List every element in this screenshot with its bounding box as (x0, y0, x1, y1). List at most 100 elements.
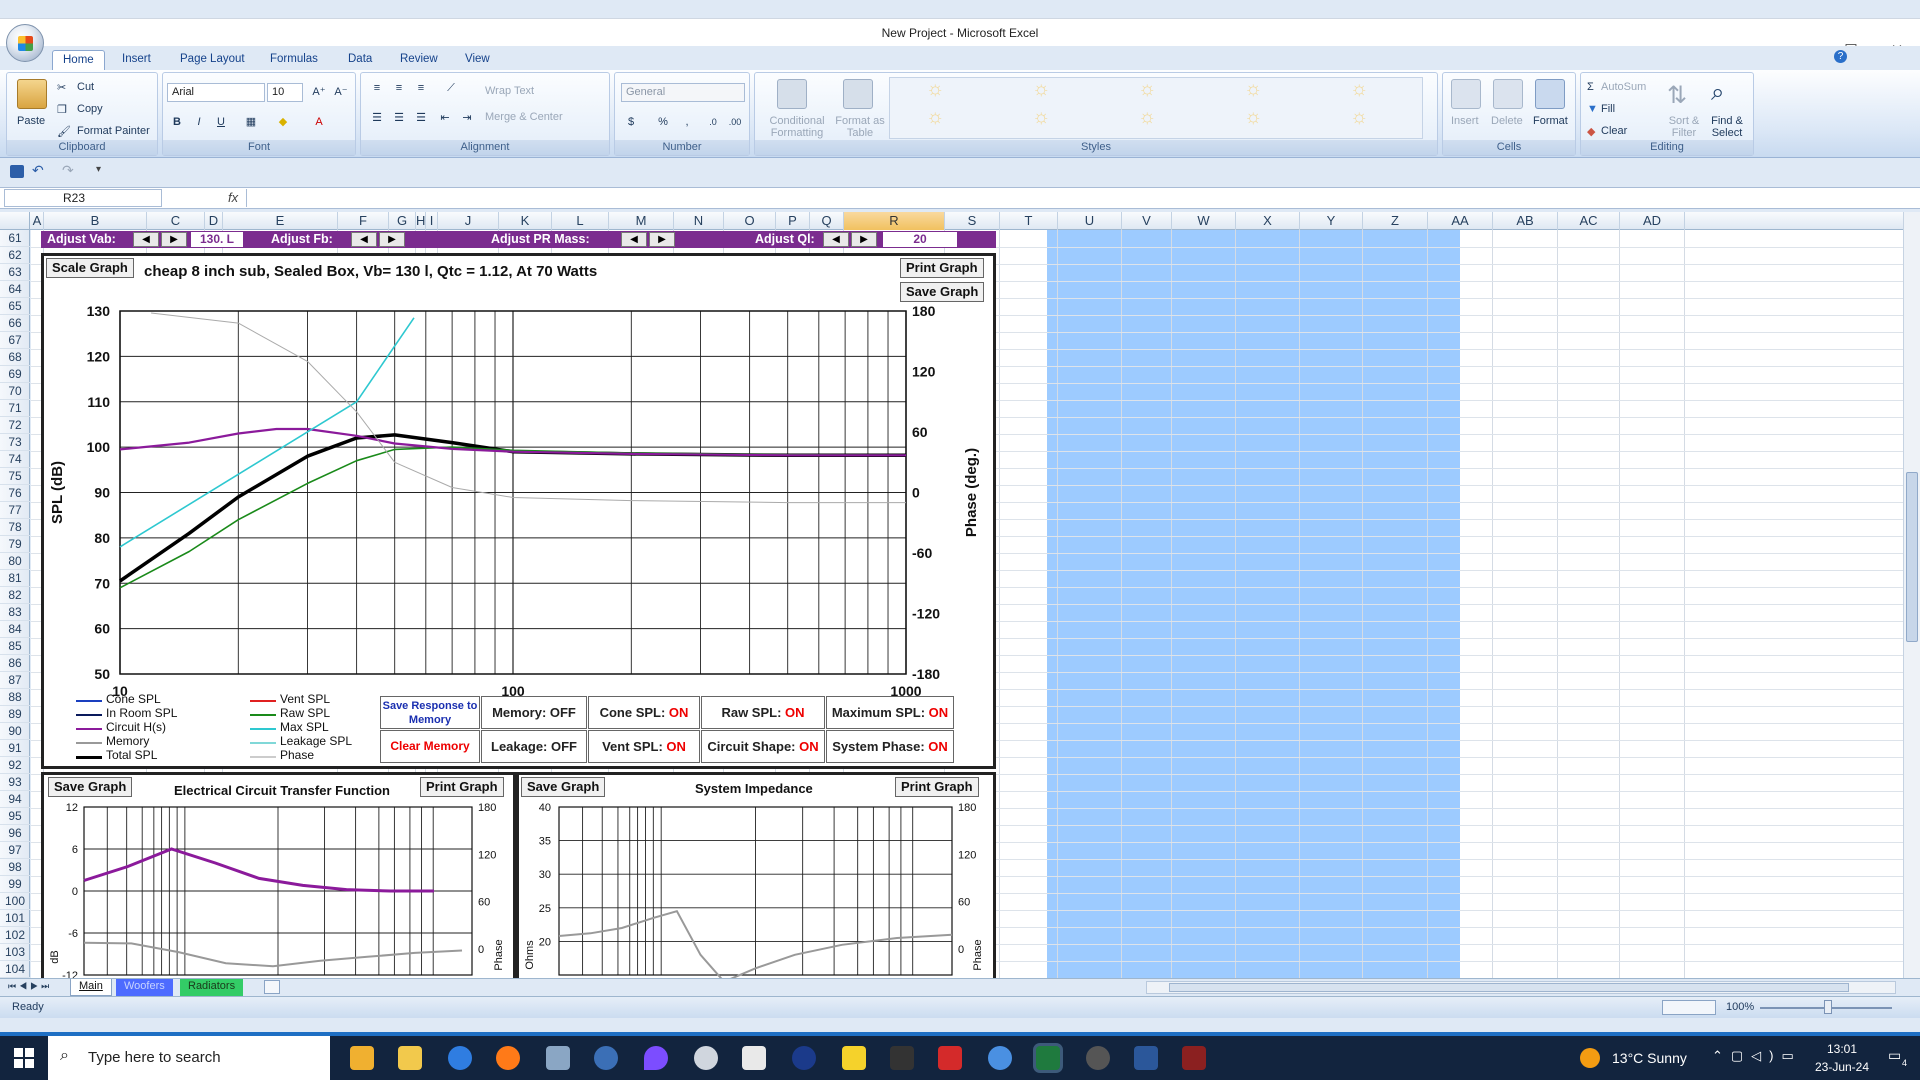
worksheet-grid[interactable]: Adjust Vab: ◀ ▶ 130. L Adjust Fb: ◀ ▶ Ad… (31, 230, 1903, 978)
grid-app-icon[interactable] (890, 1046, 914, 1070)
scroll-thumb[interactable] (1906, 472, 1918, 642)
raw-spl-toggle[interactable]: Raw SPL: ON (701, 696, 825, 729)
ql-value[interactable]: 20 (883, 232, 957, 247)
cards-icon[interactable] (742, 1046, 766, 1070)
sheet-tab-woofers[interactable]: Woofers (116, 979, 173, 996)
firefox-icon[interactable] (496, 1046, 520, 1070)
row-header[interactable]: 78 (0, 519, 30, 536)
orb-icon[interactable] (1086, 1046, 1110, 1070)
orientation-icon[interactable]: ⟋ (441, 79, 461, 98)
row-header[interactable]: 85 (0, 638, 30, 655)
currency-button[interactable]: $ (621, 113, 641, 132)
row-header[interactable]: 75 (0, 468, 30, 485)
clear-button[interactable]: Clear (1601, 125, 1627, 137)
copy-button[interactable]: Copy (77, 103, 103, 115)
comma-button[interactable]: , (677, 113, 697, 132)
row-header[interactable]: 65 (0, 298, 30, 315)
font-name-select[interactable]: Arial (167, 83, 265, 102)
tray-icons[interactable]: ⌃▢◁)▭ (1712, 1048, 1802, 1064)
bolt-icon[interactable] (842, 1046, 866, 1070)
media-icon[interactable] (792, 1046, 816, 1070)
clock-date[interactable]: 23-Jun-24 (1804, 1060, 1880, 1074)
row-header[interactable]: 82 (0, 587, 30, 604)
row-header[interactable]: 96 (0, 825, 30, 842)
row-header[interactable]: 92 (0, 757, 30, 774)
row-header[interactable]: 104 (0, 961, 30, 978)
column-header[interactable]: Y (1300, 212, 1363, 230)
app-icon[interactable] (594, 1046, 618, 1070)
tab-data[interactable]: Data (338, 50, 382, 70)
number-format-select[interactable]: General (621, 83, 745, 102)
weather-sun-icon[interactable] (1580, 1048, 1600, 1068)
column-header[interactable]: X (1236, 212, 1300, 230)
row-header[interactable]: 70 (0, 383, 30, 400)
row-header[interactable]: 87 (0, 672, 30, 689)
ql-decrease-button[interactable]: ◀ (823, 232, 849, 247)
column-header[interactable]: T (1000, 212, 1058, 230)
pr-decrease-button[interactable]: ◀ (621, 232, 647, 247)
percent-button[interactable]: % (653, 113, 673, 132)
sheet-tab-radiators[interactable]: Radiators (180, 979, 244, 996)
row-header[interactable]: 69 (0, 366, 30, 383)
column-header[interactable]: K (499, 212, 552, 230)
borders-icon[interactable]: ▦ (241, 113, 261, 132)
excel-icon[interactable] (1036, 1046, 1060, 1070)
font-color-icon[interactable]: A (309, 113, 329, 132)
row-header[interactable]: 90 (0, 723, 30, 740)
column-header[interactable]: R (844, 212, 945, 230)
row-header[interactable]: 81 (0, 570, 30, 587)
row-header[interactable]: 67 (0, 332, 30, 349)
row-header[interactable]: 76 (0, 485, 30, 502)
row-header[interactable]: 97 (0, 842, 30, 859)
autosum-button[interactable]: AutoSum (1601, 81, 1646, 93)
row-header[interactable]: 102 (0, 927, 30, 944)
row-header[interactable]: 99 (0, 876, 30, 893)
column-header[interactable]: O (724, 212, 776, 230)
row-header[interactable]: 98 (0, 859, 30, 876)
fill-color-icon[interactable]: ◆ (273, 113, 293, 132)
row-header[interactable]: 79 (0, 536, 30, 553)
grow-font-button[interactable]: A⁺ (309, 83, 329, 102)
format-button[interactable]: Format (1533, 115, 1568, 127)
column-header[interactable]: AD (1620, 212, 1685, 230)
tab-view[interactable]: View (455, 50, 500, 70)
align-left-icon[interactable]: ☰ (367, 109, 387, 128)
sort-filter-button[interactable]: Sort & Filter (1665, 115, 1703, 139)
row-header[interactable]: 95 (0, 808, 30, 825)
tab-formulas[interactable]: Formulas (260, 50, 328, 70)
row-header[interactable]: 93 (0, 774, 30, 791)
shrink-font-button[interactable]: A⁻ (331, 83, 351, 102)
insert-sheet-icon[interactable] (264, 980, 280, 994)
column-header[interactable]: V (1122, 212, 1172, 230)
column-header[interactable]: AB (1493, 212, 1558, 230)
cone-spl-toggle[interactable]: Cone SPL: ON (588, 696, 700, 729)
row-header[interactable]: 101 (0, 910, 30, 927)
file-explorer-icon[interactable] (398, 1046, 422, 1070)
row-header[interactable]: 73 (0, 434, 30, 451)
customize-qat-icon[interactable]: ▾ (96, 164, 101, 175)
vertical-scrollbar[interactable] (1903, 212, 1920, 978)
align-top-icon[interactable]: ≡ (367, 79, 387, 98)
column-header[interactable]: AA (1428, 212, 1493, 230)
row-header[interactable]: 80 (0, 553, 30, 570)
decrease-decimal-icon[interactable]: .00 (725, 113, 745, 132)
delete-button[interactable]: Delete (1491, 115, 1523, 127)
h-scroll-thumb[interactable] (1169, 983, 1849, 992)
row-header[interactable]: 66 (0, 315, 30, 332)
align-center-icon[interactable]: ☰ (389, 109, 409, 128)
sheet-tab-main[interactable]: Main (70, 979, 112, 996)
column-header[interactable]: H (416, 212, 426, 230)
view-buttons[interactable] (1662, 1000, 1716, 1015)
circuit-shape-toggle[interactable]: Circuit Shape: ON (701, 730, 825, 763)
increase-indent-icon[interactable]: ⇥ (457, 109, 477, 128)
pdf-icon[interactable] (938, 1046, 962, 1070)
zoom-level[interactable]: 100% (1726, 1001, 1754, 1013)
align-right-icon[interactable]: ☰ (411, 109, 431, 128)
task-view-icon[interactable] (350, 1046, 374, 1070)
row-header[interactable]: 89 (0, 706, 30, 723)
underline-button[interactable]: U (211, 113, 231, 132)
max-spl-toggle[interactable]: Maximum SPL: ON (826, 696, 954, 729)
row-header[interactable]: 71 (0, 400, 30, 417)
calculator-icon[interactable] (546, 1046, 570, 1070)
increase-decimal-icon[interactable]: .0 (703, 113, 723, 132)
